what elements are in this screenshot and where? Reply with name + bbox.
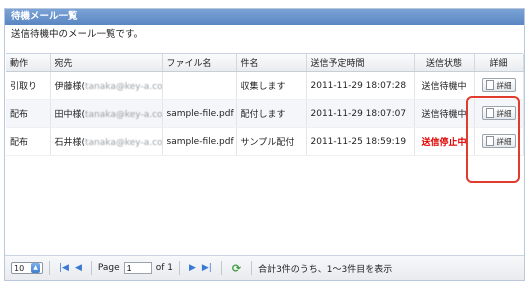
recipient-name: 伊藤様(: [54, 82, 86, 92]
page-size-select[interactable]: 10 ▲: [11, 262, 43, 274]
cell-filename: sample-file.pdf: [162, 99, 237, 128]
toolbar-separator: [90, 261, 92, 275]
page-count-label: of 1: [155, 263, 173, 273]
first-page-icon[interactable]: |◀: [59, 263, 69, 273]
recipient-name: 石井様(: [54, 138, 86, 148]
detail-button[interactable]: 詳細: [481, 106, 516, 120]
page-number-input[interactable]: [123, 262, 152, 274]
column-header-subject[interactable]: 件名: [236, 54, 307, 72]
cell-filename: [162, 71, 237, 100]
toolbar-separator: [178, 261, 180, 275]
document-icon: [485, 108, 494, 118]
cell-action: 配布: [6, 99, 51, 128]
table-row[interactable]: 引取り 伊藤様(tanaka@key-a.co.jp) 収集します 2011-1…: [6, 71, 524, 100]
cell-recipient: 石井様(tanaka@key-a.co.jp): [50, 127, 163, 156]
table-row[interactable]: 配布 田中様(tanaka@key-a.co.jp) sample-file.p…: [6, 99, 524, 128]
column-header-status[interactable]: 送信状態: [414, 54, 475, 72]
detail-button[interactable]: 詳細: [481, 78, 516, 92]
cell-status: 送信停止中: [414, 127, 475, 156]
cell-subject: 収集します: [236, 71, 307, 100]
detail-button-label: 詳細: [496, 108, 512, 118]
cell-recipient: 伊藤様(tanaka@key-a.co.jp): [50, 71, 163, 100]
recipient-email: tanaka@key-a.co.jp: [85, 138, 162, 148]
cell-action: 配布: [6, 127, 51, 156]
cell-recipient: 田中様(tanaka@key-a.co.jp): [50, 99, 163, 128]
table-header-row: 動作 宛先 ファイル名 件名 送信予定時間 送信状態 詳細: [6, 54, 524, 72]
spinner-icon: ▲: [31, 263, 40, 273]
pagination-toolbar: 10 ▲ |◀ ◀ Page of 1 ▶ ▶| ⟳ 合計3件のうち、1～3件目…: [5, 255, 524, 280]
column-header-filename[interactable]: ファイル名: [162, 54, 237, 72]
document-icon: [485, 136, 494, 146]
cell-scheduled: 2011-11-25 18:59:19: [306, 127, 415, 156]
cell-scheduled: 2011-11-29 18:07:07: [306, 99, 415, 128]
panel-subtitle: 送信待機中のメール一覧です。: [11, 29, 144, 40]
pagination-summary: 合計3件のうち、1～3件目を表示: [258, 264, 393, 275]
cell-status: 送信待機中: [414, 99, 475, 128]
previous-page-icon[interactable]: ◀: [75, 263, 82, 273]
mail-table: 動作 宛先 ファイル名 件名 送信予定時間 送信状態 詳細 引取り 伊藤様(ta…: [6, 54, 524, 156]
pending-mail-panel: 待機メール一覧 送信待機中のメール一覧です。 動作 宛先 ファイル名 件名 送信…: [4, 8, 525, 281]
document-icon: [485, 80, 494, 90]
page-label: Page: [97, 263, 120, 273]
cell-subject: 配付します: [236, 99, 307, 128]
page-size-value: 10: [14, 263, 25, 273]
cell-subject: サンプル配付: [236, 127, 307, 156]
column-header-recipient[interactable]: 宛先: [50, 54, 163, 72]
next-page-icon[interactable]: ▶: [189, 263, 196, 273]
refresh-icon[interactable]: ⟳: [232, 262, 241, 275]
cell-status: 送信待機中: [414, 71, 475, 100]
mail-grid: 動作 宛先 ファイル名 件名 送信予定時間 送信状態 詳細 引取り 伊藤様(ta…: [6, 53, 524, 259]
column-header-action[interactable]: 動作: [6, 54, 51, 72]
last-page-icon[interactable]: ▶|: [202, 263, 212, 273]
toolbar-separator: [220, 261, 222, 275]
column-header-scheduled[interactable]: 送信予定時間: [306, 54, 415, 72]
cell-detail: 詳細: [474, 127, 524, 156]
recipient-email: tanaka@key-a.co.jp: [85, 110, 162, 120]
cell-detail: 詳細: [474, 99, 524, 128]
recipient-name: 田中様(: [54, 110, 86, 120]
toolbar-separator: [49, 261, 50, 275]
cell-filename: sample-file.pdf: [162, 127, 237, 156]
cell-scheduled: 2011-11-29 18:07:28: [306, 71, 415, 100]
detail-button-label: 詳細: [496, 80, 512, 90]
column-header-detail[interactable]: 詳細: [474, 54, 524, 72]
table-row[interactable]: 配布 石井様(tanaka@key-a.co.jp) sample-file.p…: [6, 127, 524, 156]
cell-action: 引取り: [6, 71, 51, 100]
toolbar-separator: [251, 261, 253, 275]
detail-button-label: 詳細: [496, 136, 512, 146]
detail-button[interactable]: 詳細: [481, 134, 516, 148]
panel-title: 待機メール一覧: [5, 9, 524, 25]
cell-detail: 詳細: [474, 71, 524, 100]
recipient-email: tanaka@key-a.co.jp: [85, 82, 162, 92]
